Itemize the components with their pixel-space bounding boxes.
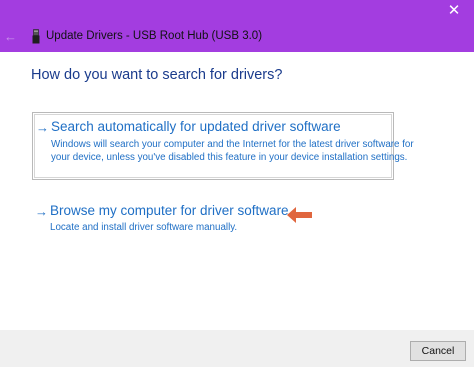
usb-device-icon bbox=[32, 29, 40, 44]
option-description: Windows will search your computer and th… bbox=[51, 139, 414, 150]
red-pointer-arrow-icon bbox=[287, 207, 312, 223]
option-title: Search automatically for updated driver … bbox=[51, 119, 341, 134]
option-description: Locate and install driver software manua… bbox=[50, 222, 238, 233]
page-heading: How do you want to search for drivers? bbox=[31, 67, 283, 83]
footer-bar: Cancel bbox=[0, 330, 474, 367]
title-row: ← Update Drivers - USB Root Hub (USB 3.0… bbox=[0, 22, 474, 52]
browse-computer-option[interactable]: → Browse my computer for driver software… bbox=[32, 197, 289, 235]
arrow-right-icon: → bbox=[36, 120, 49, 135]
option-title: Browse my computer for driver software bbox=[50, 203, 289, 218]
cancel-button[interactable]: Cancel bbox=[410, 341, 466, 361]
window-title: Update Drivers - USB Root Hub (USB 3.0) bbox=[46, 30, 263, 42]
option-description: your device, unless you've disabled this… bbox=[51, 152, 408, 163]
close-icon[interactable]: ✕ bbox=[434, 0, 474, 22]
title-bar: ✕ ← Update Drivers - USB Root Hub (USB 3… bbox=[0, 0, 474, 52]
update-drivers-window: ✕ ← Update Drivers - USB Root Hub (USB 3… bbox=[0, 0, 474, 367]
search-automatically-option[interactable]: → Search automatically for updated drive… bbox=[32, 112, 414, 180]
back-arrow-icon[interactable]: ← bbox=[4, 29, 18, 45]
arrow-right-icon: → bbox=[35, 204, 48, 219]
